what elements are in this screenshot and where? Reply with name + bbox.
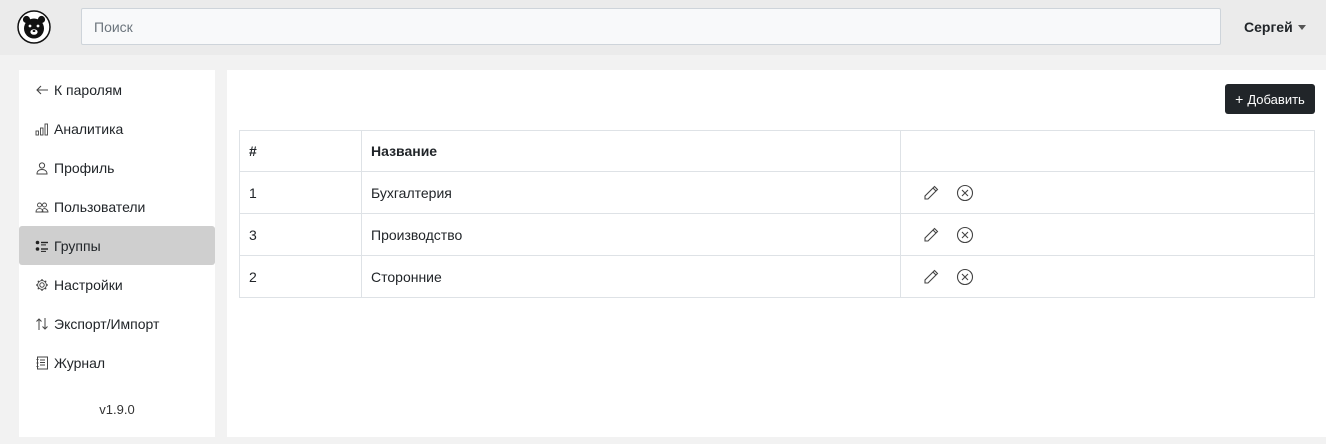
group-name: Сторонние [361, 255, 901, 298]
group-name: Производство [361, 213, 901, 256]
table-row: 2 Сторонние [239, 255, 1315, 298]
pencil-icon[interactable] [922, 226, 940, 244]
sidebar-item-analytics[interactable]: Аналитика [19, 109, 215, 148]
table-row: 1 Бухгалтерия [239, 171, 1315, 214]
top-bar: Сергей [0, 0, 1326, 55]
row-actions [900, 213, 1315, 256]
user-menu-dropdown[interactable]: Сергей [1244, 17, 1306, 37]
table-header-row: # Название [239, 130, 1315, 172]
group-id: 1 [239, 171, 362, 214]
bar-chart-icon [35, 122, 49, 136]
sidebar-item-groups[interactable]: Группы [19, 226, 215, 265]
user-name: Сергей [1244, 19, 1293, 35]
sidebar-item-label: Аналитика [54, 120, 124, 137]
column-header-id: # [239, 130, 362, 172]
gear-icon [35, 278, 49, 292]
delete-circle-x-icon[interactable] [956, 226, 974, 244]
sidebar-item-users[interactable]: Пользователи [19, 187, 215, 226]
list-icon [35, 239, 49, 253]
plus-icon: + [1235, 91, 1244, 107]
table-row: 3 Производство [239, 213, 1315, 256]
sidebar-item-label: Пользователи [54, 198, 146, 215]
swap-vertical-icon [35, 317, 49, 331]
sidebar-item-label: Экспорт/Импорт [54, 315, 160, 332]
pencil-icon[interactable] [922, 184, 940, 202]
bear-logo-icon[interactable] [17, 10, 51, 44]
person-icon [35, 161, 49, 175]
sidebar-item-label: К паролям [54, 81, 123, 98]
add-button-label: Добавить [1247, 91, 1305, 107]
groups-table: # Название 1 Бухгалтерия 3 Производство … [239, 130, 1315, 298]
sidebar-item-label: Журнал [54, 354, 106, 371]
column-header-name: Название [361, 130, 901, 172]
main-content: + Добавить # Название 1 Бухгалтерия 3 Пр… [227, 70, 1326, 437]
group-id: 3 [239, 213, 362, 256]
people-icon [35, 200, 49, 214]
sidebar-item-label: Профиль [54, 159, 115, 176]
add-group-button[interactable]: + Добавить [1225, 84, 1315, 114]
delete-circle-x-icon[interactable] [956, 268, 974, 286]
arrow-left-icon [35, 83, 49, 97]
group-name: Бухгалтерия [361, 171, 901, 214]
pencil-icon[interactable] [922, 268, 940, 286]
row-actions [900, 171, 1315, 214]
sidebar-item-label: Настройки [54, 276, 123, 293]
row-actions [900, 255, 1315, 298]
column-header-actions [900, 130, 1315, 172]
journal-icon [35, 356, 49, 370]
sidebar-item-profile[interactable]: Профиль [19, 148, 215, 187]
app-version: v1.9.0 [99, 402, 135, 417]
search-input[interactable] [81, 8, 1221, 45]
sidebar-item-journal[interactable]: Журнал [19, 343, 215, 382]
sidebar-item-back-to-passwords[interactable]: К паролям [19, 70, 215, 109]
sidebar-item-settings[interactable]: Настройки [19, 265, 215, 304]
group-id: 2 [239, 255, 362, 298]
sidebar-item-export-import[interactable]: Экспорт/Импорт [19, 304, 215, 343]
sidebar-item-label: Группы [54, 237, 101, 254]
sidebar: К паролям Аналитика Профиль Пользователи… [19, 70, 215, 437]
delete-circle-x-icon[interactable] [956, 184, 974, 202]
caret-down-icon [1297, 24, 1306, 30]
